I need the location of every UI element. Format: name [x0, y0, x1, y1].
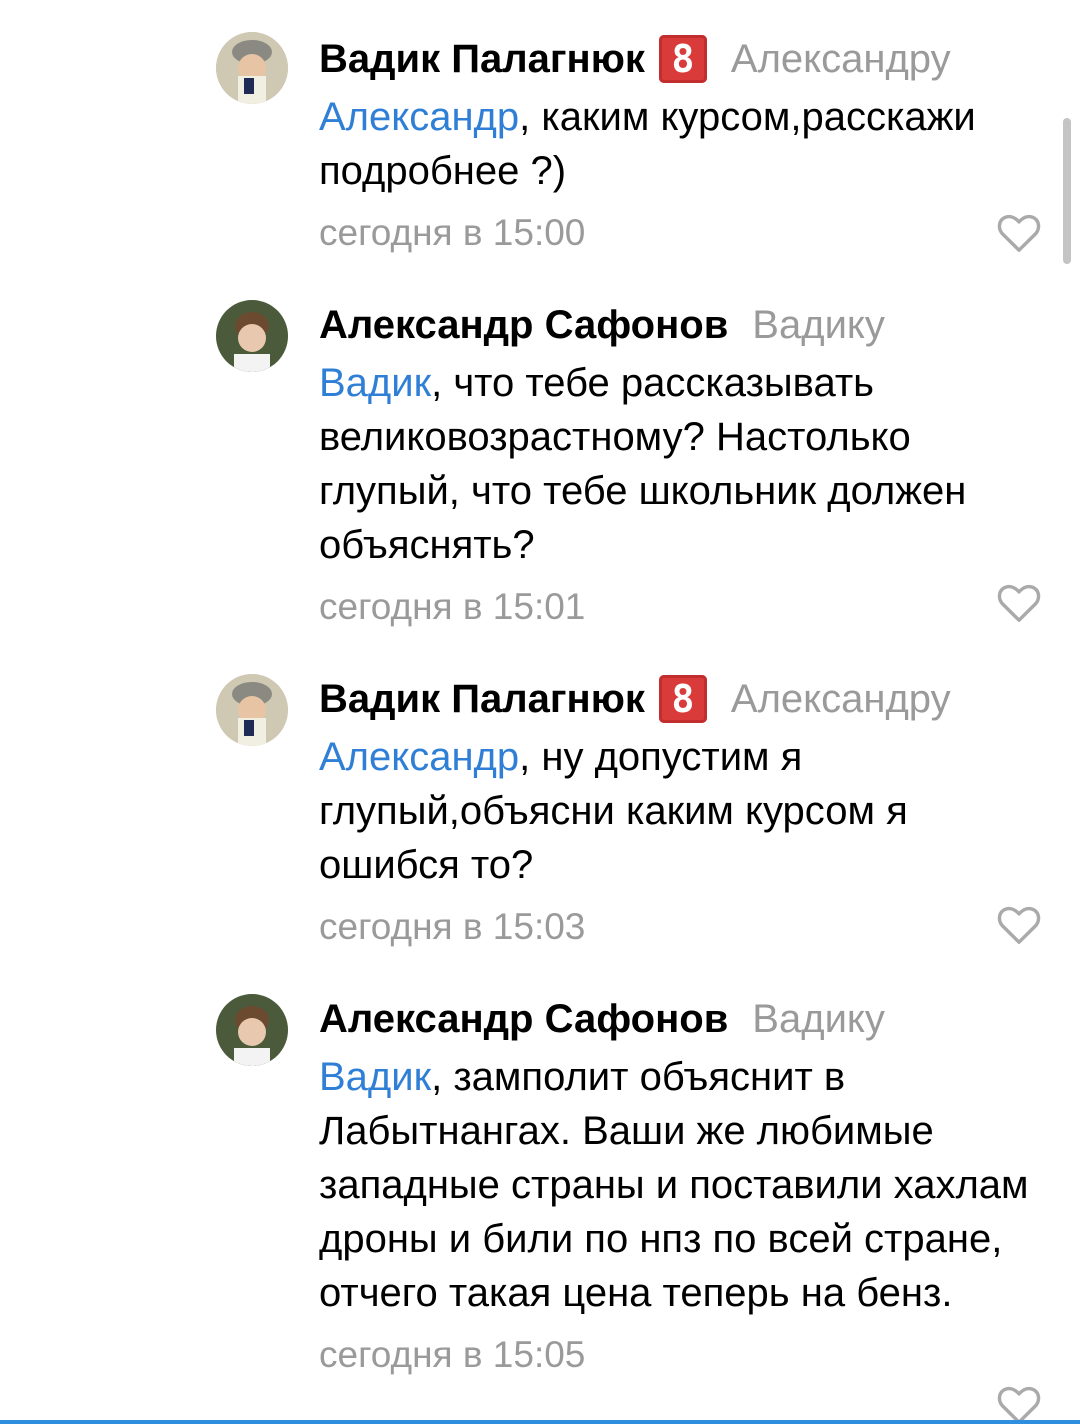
comment-text: Вадик, что тебе рассказывать великовозра…	[319, 356, 1049, 572]
heart-outline-icon[interactable]	[996, 212, 1042, 254]
avatar[interactable]	[216, 994, 288, 1066]
mention-link[interactable]: Александр	[319, 735, 519, 779]
level-badge-icon: 8	[658, 675, 707, 723]
comment-time: сегодня в 15:05	[319, 1334, 586, 1375]
avatar[interactable]	[216, 300, 288, 372]
comment-text: Александр, ну допустим я глупый,объясни …	[319, 730, 1049, 892]
level-badge-icon: 8	[658, 35, 707, 83]
reply-to-label[interactable]: Вадику	[752, 997, 885, 1042]
avatar[interactable]	[216, 32, 288, 104]
mention-link[interactable]: Вадик	[319, 361, 431, 405]
heart-outline-icon[interactable]	[996, 904, 1042, 946]
comment-author[interactable]: Вадик Палагнюк	[319, 37, 645, 82]
comment-author[interactable]: Вадик Палагнюк	[319, 677, 645, 722]
bottom-divider	[0, 1420, 1080, 1424]
scrollbar[interactable]	[1063, 118, 1071, 264]
avatar[interactable]	[216, 674, 288, 746]
comment-time: сегодня в 15:01	[319, 586, 586, 627]
mention-link[interactable]: Александр	[319, 95, 519, 139]
reply-to-label[interactable]: Александру	[731, 37, 951, 82]
comment-time: сегодня в 15:00	[319, 212, 586, 253]
heart-outline-icon[interactable]	[996, 582, 1042, 624]
comment-author[interactable]: Александр Сафонов	[319, 997, 728, 1042]
comment-text: Вадик, замполит объяснит в Лабытнангах. …	[319, 1050, 1049, 1320]
reply-to-label[interactable]: Александру	[731, 677, 951, 722]
reply-to-label[interactable]: Вадику	[752, 303, 885, 348]
comment-text: Александр, каким курсом,расскажи подробн…	[319, 90, 1049, 198]
comment-author[interactable]: Александр Сафонов	[319, 303, 728, 348]
comment-time: сегодня в 15:03	[319, 906, 586, 947]
mention-link[interactable]: Вадик	[319, 1055, 431, 1099]
